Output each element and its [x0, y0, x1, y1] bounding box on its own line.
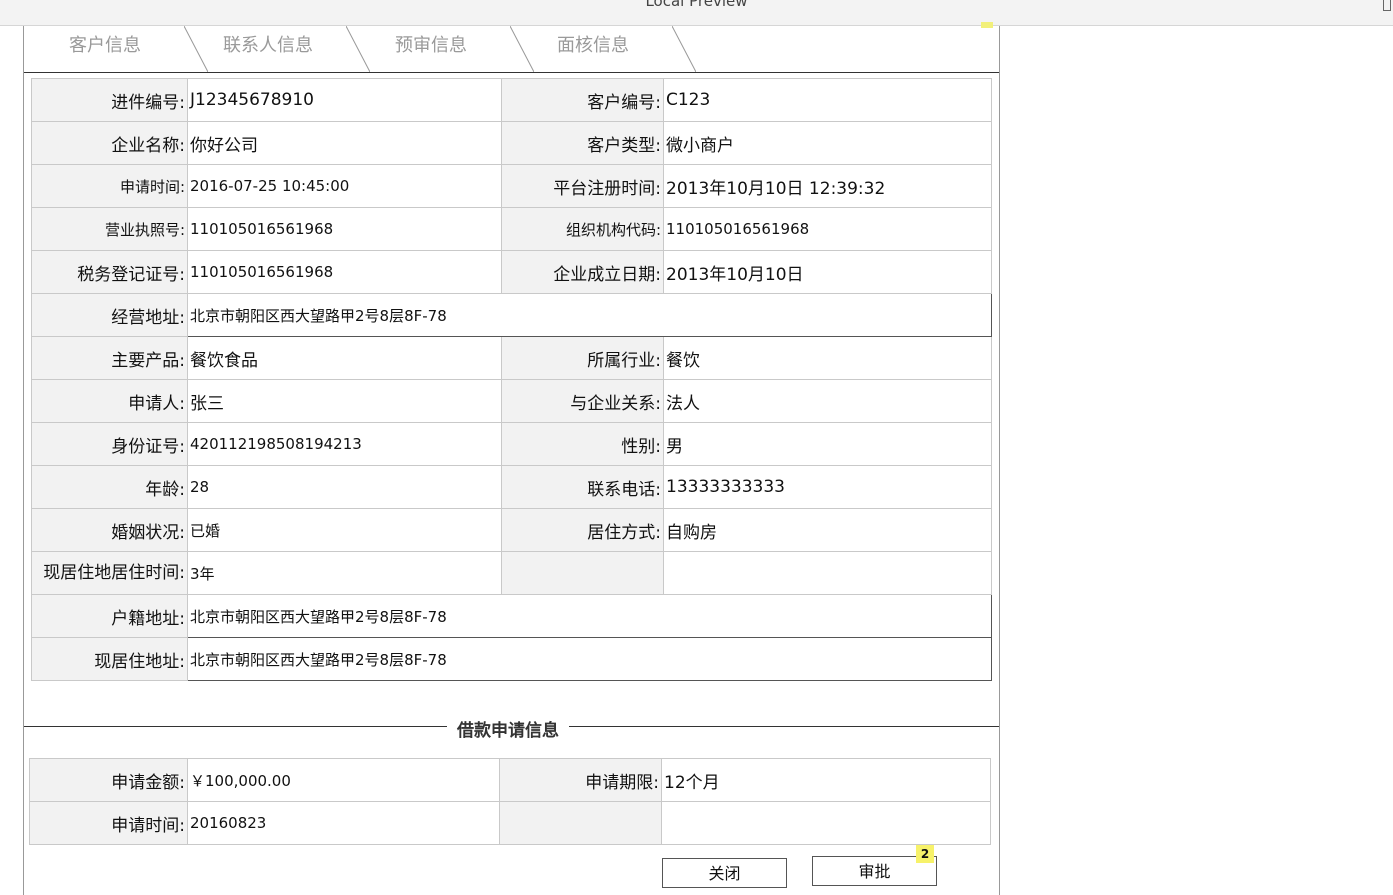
register-time-label: 平台注册时间: — [501, 164, 664, 208]
org-code-label: 组织机构代码: — [501, 207, 664, 251]
gender-label: 性别: — [501, 422, 664, 466]
empty-cell — [661, 801, 991, 845]
approve-count-badge: 2 — [916, 845, 934, 863]
apply-time-value: 2016-07-25 10:45:00 — [187, 164, 502, 208]
customer-type-value: 微小商户 — [663, 121, 992, 165]
hukou-addr-value: 北京市朝阳区西大望路甲2号8层8F-78 — [187, 594, 992, 638]
detail-panel: 客户信息 联系人信息 预审信息 面核信息 进件编号: J12345678910 … — [23, 22, 1000, 895]
tab-customer-info[interactable]: 客户信息 — [24, 26, 208, 72]
tax-label: 税务登记证号: — [31, 250, 188, 294]
tab-separator-icon — [672, 26, 696, 72]
tab-label: 面核信息 — [557, 35, 629, 56]
company-label: 企业名称: — [31, 121, 188, 165]
gender-value: 男 — [663, 422, 992, 466]
biz-addr-value: 北京市朝阳区西大望路甲2号8层8F-78 — [187, 293, 992, 337]
license-label: 营业执照号: — [31, 207, 188, 251]
license-value: 110105016561968 — [187, 207, 502, 251]
phone-label: 联系电话: — [501, 465, 664, 509]
customer-type-label: 客户类型: — [501, 121, 664, 165]
product-value: 餐饮食品 — [187, 336, 502, 380]
case-no-label: 进件编号: — [31, 78, 188, 122]
customer-no-value: C123 — [663, 78, 992, 122]
residence-time-value: 3年 — [187, 551, 502, 595]
marital-label: 婚姻状况: — [31, 508, 188, 552]
table-row: 税务登记证号: 110105016561968 企业成立日期: 2013年10月… — [31, 250, 992, 294]
table-row: 申请时间: 20160823 — [29, 801, 991, 845]
id-value: 420112198508194213 — [187, 422, 502, 466]
biz-addr-label: 经营地址: — [31, 293, 188, 337]
loan-term-value: 12个月 — [661, 758, 991, 802]
id-label: 身份证号: — [31, 422, 188, 466]
founded-label: 企业成立日期: — [501, 250, 664, 294]
current-addr-value: 北京市朝阳区西大望路甲2号8层8F-78 — [187, 637, 992, 681]
relation-value: 法人 — [663, 379, 992, 423]
empty-cell — [501, 551, 664, 595]
table-row: 主要产品: 餐饮食品 所属行业: 餐饮 — [31, 336, 992, 380]
org-code-value: 110105016561968 — [663, 207, 992, 251]
tax-value: 110105016561968 — [187, 250, 502, 294]
marital-value: 已婚 — [187, 508, 502, 552]
customer-no-label: 客户编号: — [501, 78, 664, 122]
table-row: 身份证号: 420112198508194213 性别: 男 — [31, 422, 992, 466]
empty-cell — [499, 801, 662, 845]
loan-apply-time-value: 20160823 — [187, 801, 500, 845]
relation-label: 与企业关系: — [501, 379, 664, 423]
loan-amount-value: ￥100,000.00 — [187, 758, 500, 802]
tab-interview-info[interactable]: 面核信息 — [512, 26, 696, 72]
company-value: 你好公司 — [187, 121, 502, 165]
table-row: 现居住地居住时间: 3年 — [31, 551, 992, 595]
table-row: 申请人: 张三 与企业关系: 法人 — [31, 379, 992, 423]
current-addr-label: 现居住地址: — [31, 637, 188, 681]
empty-cell — [663, 551, 992, 595]
loan-section-title: 借款申请信息 — [447, 716, 569, 741]
hukou-addr-label: 户籍地址: — [31, 594, 188, 638]
industry-value: 餐饮 — [663, 336, 992, 380]
table-row: 户籍地址: 北京市朝阳区西大望路甲2号8层8F-78 — [31, 594, 992, 638]
tab-label: 客户信息 — [69, 35, 141, 56]
window-titlebar: Local Preview — [0, 0, 1393, 26]
housing-value: 自购房 — [663, 508, 992, 552]
housing-label: 居住方式: — [501, 508, 664, 552]
table-row: 婚姻状况: 已婚 居住方式: 自购房 — [31, 508, 992, 552]
table-row: 企业名称: 你好公司 客户类型: 微小商户 — [31, 121, 992, 165]
loan-apply-time-label: 申请时间: — [29, 801, 188, 845]
table-row: 现居住地址: 北京市朝阳区西大望路甲2号8层8F-78 — [31, 637, 992, 681]
table-row: 经营地址: 北京市朝阳区西大望路甲2号8层8F-78 — [31, 293, 992, 337]
phone-value: 13333333333 — [663, 465, 992, 509]
founded-value: 2013年10月10日 — [663, 250, 992, 294]
table-row: 进件编号: J12345678910 客户编号: C123 — [31, 78, 992, 122]
tab-bar: 客户信息 联系人信息 预审信息 面核信息 — [24, 22, 999, 73]
applicant-value: 张三 — [187, 379, 502, 423]
table-row: 营业执照号: 110105016561968 组织机构代码: 110105016… — [31, 207, 992, 251]
table-row: 申请时间: 2016-07-25 10:45:00 平台注册时间: 2013年1… — [31, 164, 992, 208]
customer-info-table: 进件编号: J12345678910 客户编号: C123 企业名称: 你好公司… — [31, 78, 992, 681]
tab-contact-info[interactable]: 联系人信息 — [188, 26, 370, 72]
tab-label: 预审信息 — [395, 35, 467, 56]
loan-info-table: 申请金额: ￥100,000.00 申请期限: 12个月 申请时间: 20160… — [29, 758, 991, 845]
tab-label: 联系人信息 — [223, 35, 313, 56]
industry-label: 所属行业: — [501, 336, 664, 380]
residence-time-label: 现居住地居住时间: — [31, 551, 188, 595]
window-corner-icon — [1383, 0, 1391, 11]
table-row: 年龄: 28 联系电话: 13333333333 — [31, 465, 992, 509]
close-button[interactable]: 关闭 — [662, 858, 787, 888]
note-marker-icon — [981, 22, 993, 28]
case-no-value: J12345678910 — [187, 78, 502, 122]
tab-pre-review-info[interactable]: 预审信息 — [350, 26, 534, 72]
table-row: 申请金额: ￥100,000.00 申请期限: 12个月 — [29, 758, 991, 802]
loan-term-label: 申请期限: — [499, 758, 662, 802]
loan-amount-label: 申请金额: — [29, 758, 188, 802]
applicant-label: 申请人: — [31, 379, 188, 423]
register-time-value: 2013年10月10日 12:39:32 — [663, 164, 992, 208]
product-label: 主要产品: — [31, 336, 188, 380]
age-label: 年龄: — [31, 465, 188, 509]
age-value: 28 — [187, 465, 502, 509]
window-title: Local Preview — [645, 0, 748, 10]
apply-time-label: 申请时间: — [31, 164, 188, 208]
